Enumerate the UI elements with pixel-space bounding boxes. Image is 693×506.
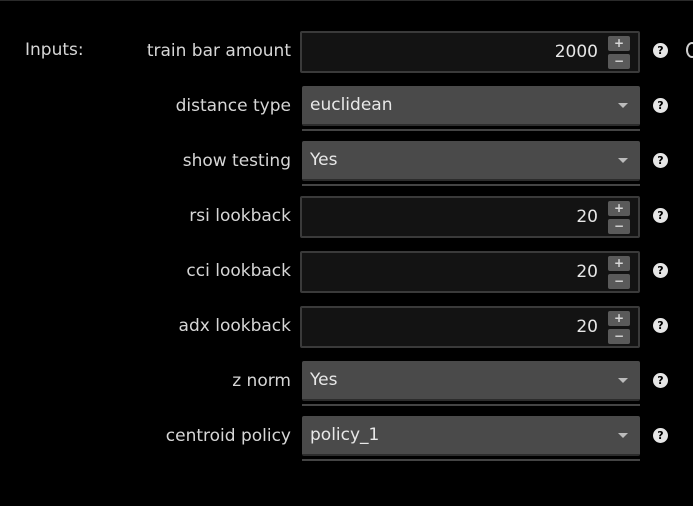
row-cci-lookback: cci lookback 20 + − ? (0, 251, 693, 295)
field-label: adx lookback (178, 316, 291, 336)
field-label: cci lookback (186, 261, 291, 281)
selected-value: Yes (310, 370, 338, 390)
increment-button[interactable]: + (608, 311, 630, 326)
top-divider (0, 0, 693, 1)
increment-button[interactable]: + (608, 256, 630, 271)
help-icon[interactable]: ? (653, 263, 668, 278)
help-icon[interactable]: ? (653, 208, 668, 223)
field-label: distance type (175, 96, 291, 116)
chevron-down-icon (618, 433, 628, 438)
field-label: rsi lookback (189, 206, 291, 226)
increment-button[interactable]: + (608, 36, 630, 51)
selected-value: Yes (310, 150, 338, 170)
select-underline (302, 129, 640, 131)
help-icon[interactable]: ? (653, 43, 668, 58)
help-icon[interactable]: ? (653, 98, 668, 113)
field-label: centroid policy (165, 426, 291, 446)
select-underline (302, 184, 640, 186)
train-bar-amount-input[interactable]: 2000 + − (300, 31, 640, 73)
row-adx-lookback: adx lookback 20 + − ? (0, 306, 693, 350)
field-value: 2000 (554, 42, 598, 62)
field-value: 20 (576, 262, 598, 282)
field-label: z norm (232, 371, 291, 391)
selected-value: policy_1 (310, 425, 380, 445)
inputs-panel: Inputs: train bar amount 2000 + − ? dist… (0, 0, 693, 506)
help-icon[interactable]: ? (653, 428, 668, 443)
cci-lookback-input[interactable]: 20 + − (300, 251, 640, 293)
decrement-button[interactable]: − (608, 219, 630, 234)
row-train-bar-amount: train bar amount 2000 + − ? (0, 31, 693, 75)
field-value: 20 (576, 317, 598, 337)
row-show-testing: show testing Yes ? (0, 141, 693, 186)
help-icon[interactable]: ? (653, 373, 668, 388)
field-value: 20 (576, 207, 598, 227)
decrement-button[interactable]: − (608, 329, 630, 344)
chevron-down-icon (618, 158, 628, 163)
help-icon[interactable]: ? (653, 153, 668, 168)
row-centroid-policy: centroid policy policy_1 ? (0, 416, 693, 461)
help-icon[interactable]: ? (653, 318, 668, 333)
increment-button[interactable]: + (608, 201, 630, 216)
chevron-down-icon (618, 103, 628, 108)
decrement-button[interactable]: − (608, 54, 630, 69)
decrement-button[interactable]: − (608, 274, 630, 289)
stepper: + − (608, 201, 630, 235)
show-testing-select[interactable]: Yes (302, 141, 640, 181)
field-label: show testing (182, 151, 291, 171)
centroid-policy-select[interactable]: policy_1 (302, 416, 640, 456)
row-distance-type: distance type euclidean ? (0, 86, 693, 131)
stepper: + − (608, 256, 630, 290)
distance-type-select[interactable]: euclidean (302, 86, 640, 126)
rsi-lookback-input[interactable]: 20 + − (300, 196, 640, 238)
stepper: + − (608, 311, 630, 345)
field-label: train bar amount (146, 41, 291, 61)
stepper: + − (608, 36, 630, 70)
selected-value: euclidean (310, 95, 393, 115)
row-rsi-lookback: rsi lookback 20 + − ? (0, 196, 693, 240)
select-underline (302, 404, 640, 406)
row-z-norm: z norm Yes ? (0, 361, 693, 406)
adx-lookback-input[interactable]: 20 + − (300, 306, 640, 348)
select-underline (302, 459, 640, 461)
z-norm-select[interactable]: Yes (302, 361, 640, 401)
chevron-down-icon (618, 378, 628, 383)
